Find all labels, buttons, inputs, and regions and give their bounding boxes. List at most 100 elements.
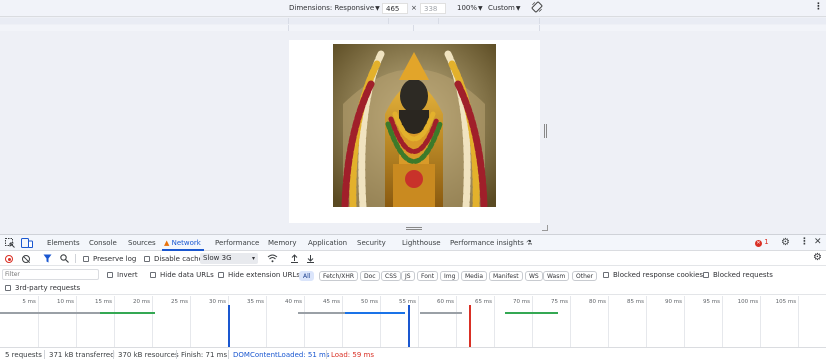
request-bar [345, 312, 405, 314]
timeline-gridline [760, 296, 761, 347]
settings-gear-icon[interactable]: ⚙ [781, 237, 790, 248]
network-conditions-icon[interactable] [267, 254, 278, 265]
timeline-gridline [190, 296, 191, 347]
tab-performance[interactable]: Performance [215, 239, 259, 247]
timeline-tick-label: 45 ms [323, 299, 340, 305]
corner-resize-handle[interactable] [542, 225, 548, 231]
more-options-icon[interactable]: ⋮ [800, 237, 809, 247]
blocked-requests-label: Blocked requests [713, 271, 773, 279]
tab-network[interactable]: ▲ Network [164, 239, 201, 247]
request-bar [0, 312, 100, 314]
disable-cache-checkbox[interactable] [144, 256, 150, 262]
media-query-ruler [0, 18, 826, 24]
search-icon[interactable] [60, 254, 69, 265]
filter-chip-ws[interactable]: WS [525, 271, 543, 281]
devtools-panel: Elements Console Sources ▲ Network Perfo… [0, 234, 826, 361]
record-icon[interactable] [5, 255, 13, 263]
timeline-tick-label: 25 ms [171, 299, 188, 305]
timeline-tick-label: 65 ms [475, 299, 492, 305]
filter-chip-manifest[interactable]: Manifest [489, 271, 523, 281]
inspect-element-icon[interactable] [5, 238, 15, 250]
height-input[interactable]: 338 [420, 3, 446, 14]
filter-chip-img[interactable]: Img [440, 271, 460, 281]
blocked-requests-checkbox[interactable] [703, 272, 709, 278]
more-options-icon[interactable]: ⋮ [814, 2, 823, 12]
finish-time: Finish: 71 ms [181, 351, 228, 359]
network-status-bar: 5 requests 371 kB transferred 370 kB res… [0, 347, 826, 361]
rotate-icon[interactable] [531, 1, 543, 15]
filter-chip-other[interactable]: Other [572, 271, 598, 281]
timeline-tick-label: 80 ms [589, 299, 606, 305]
network-settings-gear-icon[interactable]: ⚙ [813, 252, 822, 263]
timeline-tick-label: 60 ms [437, 299, 454, 305]
tab-sources[interactable]: Sources [128, 239, 156, 247]
vertical-resize-handle[interactable] [544, 124, 547, 138]
download-icon[interactable] [306, 254, 315, 265]
tab-memory[interactable]: Memory [268, 239, 296, 247]
filter-chip-media[interactable]: Media [461, 271, 488, 281]
timeline-gridline [76, 296, 77, 347]
timeline-tick-label: 5 ms [22, 299, 36, 305]
tab-network-label: Network [171, 239, 201, 247]
filter-chip-wasm[interactable]: Wasm [543, 271, 570, 281]
timeline-gridline [532, 296, 533, 347]
timeline-tick-label: 70 ms [513, 299, 530, 305]
filter-chip-doc[interactable]: Doc [360, 271, 380, 281]
filter-chip-css[interactable]: CSS [381, 271, 401, 281]
filter-chip-font[interactable]: Font [417, 271, 439, 281]
zoom-dropdown[interactable]: 100%▼ [457, 4, 483, 12]
preserve-log-checkbox[interactable] [83, 256, 89, 262]
devtools-tabbar: Elements Console Sources ▲ Network Perfo… [0, 235, 826, 251]
upload-icon[interactable] [290, 254, 299, 265]
clear-icon[interactable] [22, 255, 31, 264]
tab-console[interactable]: Console [89, 239, 117, 247]
third-party-checkbox[interactable] [5, 285, 11, 291]
chevron-down-icon: ▼ [515, 5, 521, 12]
width-input[interactable]: 465 [382, 3, 408, 14]
tab-performance-insights[interactable]: Performance insights ⚗ [450, 239, 532, 247]
timeline-gridline [266, 296, 267, 347]
timeline-tick-label: 85 ms [627, 299, 644, 305]
hide-data-urls-label: Hide data URLs [160, 271, 214, 279]
close-icon[interactable]: ✕ [814, 237, 822, 247]
filter-chip-fetch-xhr[interactable]: Fetch/XHR [319, 271, 359, 281]
tab-application[interactable]: Application [308, 239, 347, 247]
throttle-dropdown[interactable]: Custom▼ [488, 4, 520, 12]
device-viewport [289, 40, 548, 231]
timeline-gridline [380, 296, 381, 347]
tab-performance-insights-label: Performance insights [450, 239, 524, 247]
device-toggle-icon[interactable] [21, 238, 33, 250]
timeline-tick-label: 105 ms [775, 299, 797, 305]
timeline-marker [469, 305, 471, 347]
third-party-bar: 3rd-party requests [0, 283, 826, 295]
filter-funnel-icon[interactable] [43, 254, 52, 265]
timeline-gridline [456, 296, 457, 347]
invert-checkbox[interactable] [107, 272, 113, 278]
timeline-tick-label: 35 ms [247, 299, 264, 305]
warning-icon: ▲ [164, 239, 170, 247]
hide-extension-urls-checkbox[interactable] [218, 272, 224, 278]
bottom-resize-handle[interactable] [406, 227, 422, 230]
blocked-response-cookies-checkbox[interactable] [603, 272, 609, 278]
tab-security[interactable]: Security [357, 239, 386, 247]
timeline-gridline [418, 296, 419, 347]
filter-input[interactable] [2, 269, 99, 280]
resources-size: 370 kB resources [118, 351, 179, 359]
network-overview-timeline[interactable]: 5 ms 10 ms 15 ms 20 ms 25 ms 30 ms 35 ms 40 ms 4… [0, 296, 826, 347]
tab-elements[interactable]: Elements [47, 239, 80, 247]
error-counter[interactable]: ✕ 1 [755, 238, 769, 247]
timeline-marker [408, 305, 410, 347]
request-bar [505, 312, 558, 314]
timeline-gridline [38, 296, 39, 347]
dom-content-loaded-time: DOMContentLoaded: 51 ms [233, 351, 330, 359]
filter-chip-all[interactable]: All [299, 271, 315, 281]
error-icon: ✕ [755, 240, 762, 247]
dimensions-dropdown[interactable]: Dimensions: Responsive▼ [289, 4, 380, 12]
filter-chip-js[interactable]: JS [401, 271, 415, 281]
disable-cache-label: Disable cache [154, 255, 203, 263]
hide-data-urls-checkbox[interactable] [150, 272, 156, 278]
flask-icon: ⚗ [526, 239, 533, 247]
timeline-tick-label: 20 ms [133, 299, 150, 305]
throttling-select[interactable]: Slow 3G ▾ [200, 253, 258, 264]
tab-lighthouse[interactable]: Lighthouse [402, 239, 441, 247]
